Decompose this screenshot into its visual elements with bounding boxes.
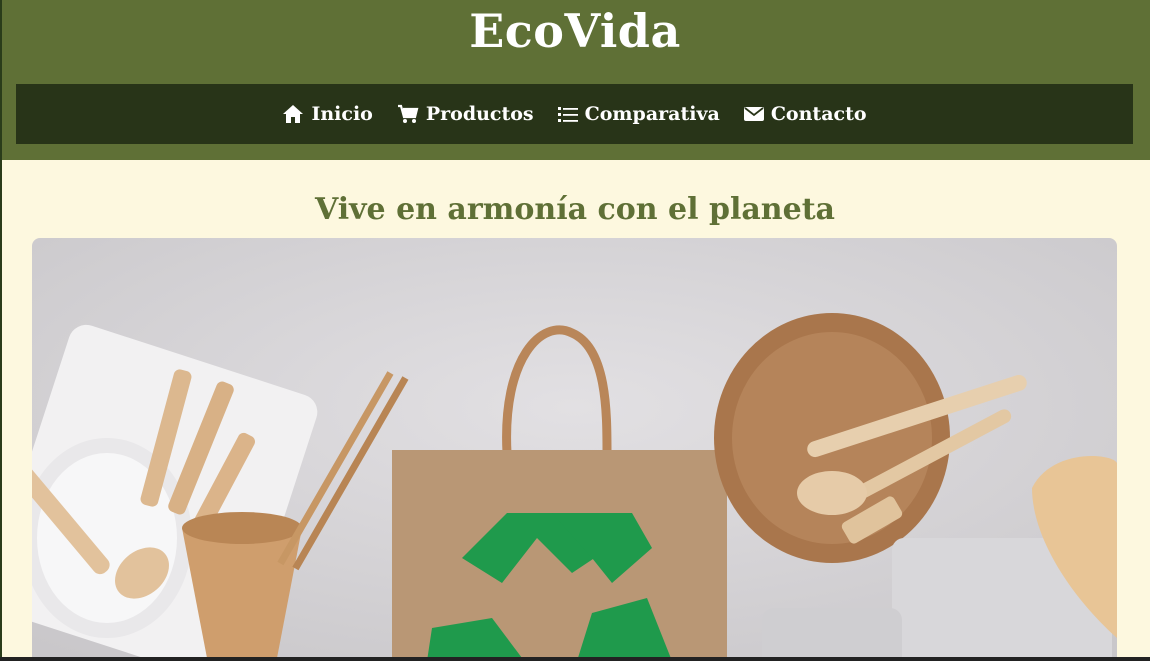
- home-icon: [282, 104, 304, 124]
- nav-item-label: Contacto: [770, 103, 867, 125]
- nav-item-contacto[interactable]: Contacto: [743, 103, 867, 125]
- hero-title: Vive en armonía con el planeta: [314, 192, 835, 227]
- eco-products-illustration: [32, 238, 1117, 661]
- nav-item-comparativa[interactable]: Comparativa: [557, 103, 720, 125]
- nav-item-inicio[interactable]: Inicio: [282, 103, 373, 125]
- site-logo[interactable]: EcoVida: [0, 4, 1150, 58]
- main-nav: Inicio Productos Comparativa Contacto: [16, 84, 1133, 144]
- nav-item-label: Productos: [425, 103, 534, 125]
- cart-icon: [397, 104, 419, 124]
- bottom-edge: [0, 657, 1150, 661]
- list-icon: [557, 105, 578, 123]
- hero-image: [32, 238, 1117, 661]
- site-header: EcoVida Inicio Productos Comparativa Con…: [0, 0, 1150, 160]
- nav-item-productos[interactable]: Productos: [397, 103, 534, 125]
- envelope-icon: [743, 106, 764, 122]
- nav-item-label: Inicio: [311, 103, 373, 125]
- nav-item-label: Comparativa: [584, 103, 720, 125]
